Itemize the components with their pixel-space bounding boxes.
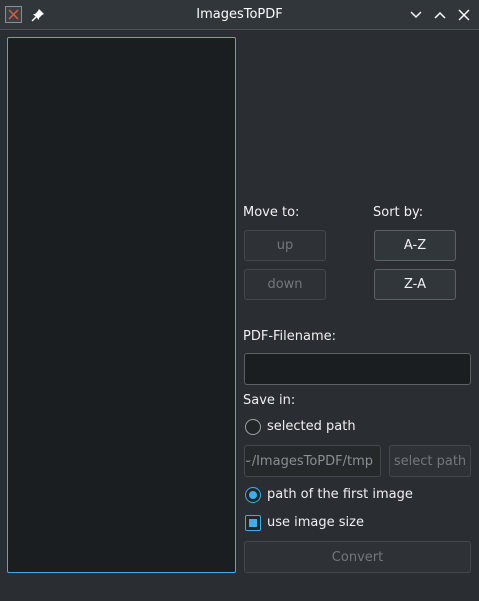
move-to-label: Move to: — [243, 205, 300, 220]
selected-path-label[interactable]: selected path — [267, 419, 356, 434]
use-image-size-label[interactable]: use image size — [267, 515, 364, 530]
move-down-button[interactable]: down — [244, 269, 326, 300]
move-up-button[interactable]: up — [244, 230, 326, 261]
image-list[interactable] — [7, 37, 236, 573]
close-icon[interactable] — [457, 8, 471, 22]
sort-by-label: Sort by: — [373, 205, 424, 220]
select-path-button[interactable]: select path — [389, 445, 471, 477]
pdf-filename-input[interactable] — [244, 353, 471, 385]
window-title: ImagesToPDF — [196, 7, 283, 22]
sort-za-button[interactable]: Z-A — [374, 269, 456, 300]
sort-az-button[interactable]: A-Z — [374, 230, 456, 261]
maximize-icon[interactable] — [433, 8, 447, 22]
use-image-size-checkbox[interactable] — [245, 515, 261, 531]
title-bar[interactable]: ImagesToPDF — [0, 0, 479, 30]
pdf-filename-label: PDF-Filename: — [243, 329, 337, 344]
first-image-path-label[interactable]: path of the first image — [267, 487, 413, 502]
selected-path-radio[interactable] — [245, 419, 261, 435]
path-input[interactable]: ~/ImagesToPDF/tmp — [244, 445, 381, 477]
save-in-label: Save in: — [243, 393, 296, 408]
first-image-path-radio[interactable] — [245, 487, 261, 503]
path-value: ~/ImagesToPDF/tmp — [246, 454, 373, 469]
minimize-icon[interactable] — [409, 8, 423, 22]
convert-button[interactable]: Convert — [244, 541, 471, 573]
